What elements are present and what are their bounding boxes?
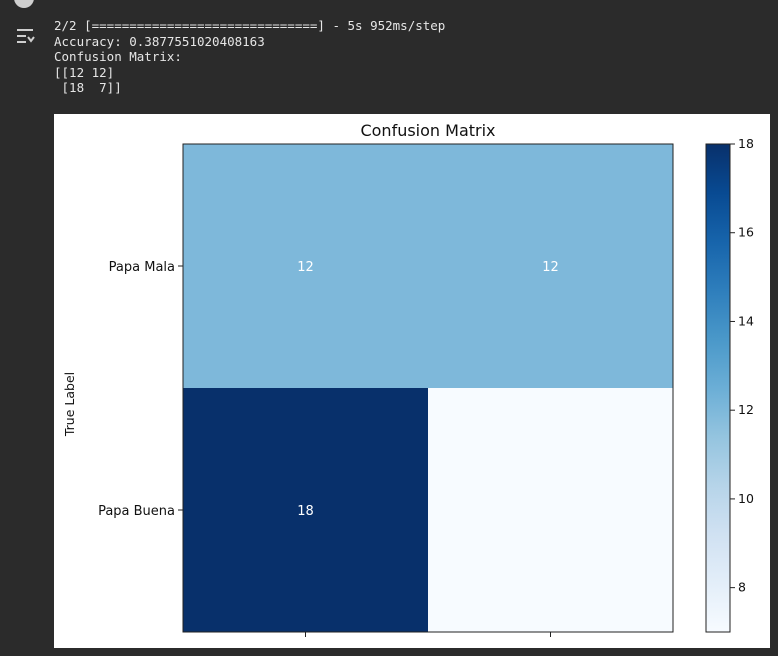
- cell-value-label-r0-c1: 12: [542, 260, 559, 275]
- bottom-edge: [0, 648, 778, 656]
- y-tick-labels: Papa Mala Papa Buena: [98, 260, 183, 519]
- console-output: 2/2 [==============================] - 5…: [54, 18, 445, 96]
- colorbar-tick-label-5: 18: [738, 136, 754, 151]
- x-ticks: [305, 632, 551, 637]
- colorbar-tick-label-2: 12: [738, 402, 754, 417]
- output-collapse-icon[interactable]: [14, 26, 36, 48]
- confusion-matrix-chart: Confusion Matrix True Label 12 12 18 Papa …: [62, 121, 754, 637]
- y-tick-label-1: Papa Buena: [98, 504, 175, 519]
- colorbar: 8 10 12 14 16 18: [705, 136, 754, 633]
- heatmap-cell-r1-c1: [428, 388, 673, 632]
- matrix-label-line: Confusion Matrix:: [54, 49, 182, 64]
- colorbar-tick-label-3: 14: [738, 313, 754, 328]
- accuracy-line: Accuracy: 0.3877551020408163: [54, 33, 265, 49]
- colorbar-tick-label-4: 16: [738, 225, 754, 240]
- y-tick-label-0: Papa Mala: [109, 260, 175, 275]
- colorbar-gradient: [705, 143, 731, 633]
- matrix-row-1: [[12 12]: [54, 64, 115, 80]
- cell-value-label-r0-c0: 12: [297, 260, 314, 275]
- colorbar-tick-label-1: 10: [738, 491, 754, 506]
- y-axis-label: True Label: [62, 372, 77, 437]
- matrix-row-2: [18 7]]: [54, 80, 122, 95]
- figure-panel: Confusion Matrix True Label 12 12 18 Papa …: [54, 114, 770, 648]
- cell-value-label-r1-c0: 18: [297, 504, 314, 519]
- progress-line: 2/2 [==============================] - 5…: [54, 18, 446, 33]
- heatmap-cells: 12 12 18: [183, 144, 673, 632]
- colorbar-tick-label-0: 8: [738, 580, 746, 595]
- chart-title: Confusion Matrix: [360, 121, 495, 140]
- cell-gutter: [0, 0, 46, 656]
